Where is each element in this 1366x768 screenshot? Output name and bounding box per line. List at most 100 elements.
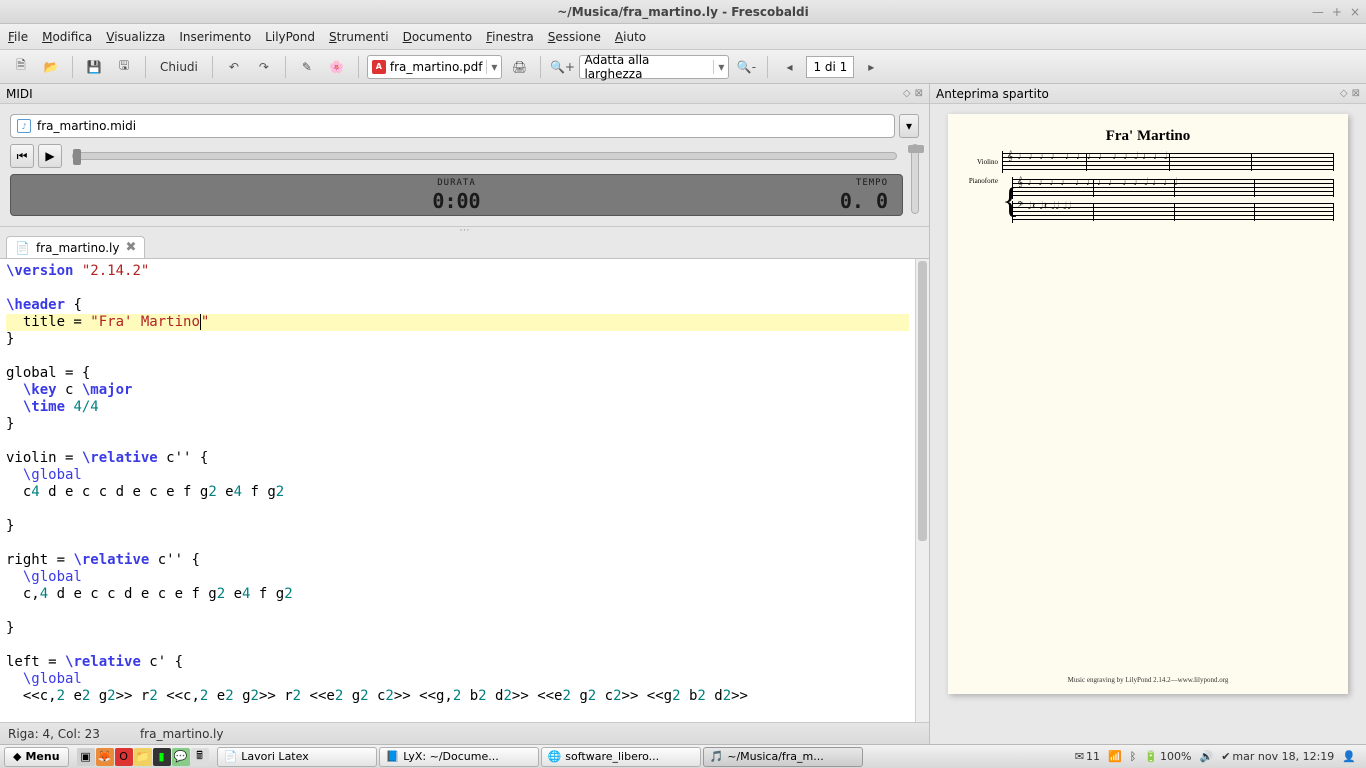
quicklaunch-browser-icon[interactable]: 🦊 xyxy=(96,748,114,766)
score-title: Fra' Martino xyxy=(962,128,1334,145)
new-file-button[interactable]: 🗎 xyxy=(8,54,34,80)
preview-panel-header: Anteprima spartito ◇ ⊠ xyxy=(930,84,1366,104)
open-file-button[interactable]: 📂 xyxy=(38,54,64,80)
start-menu-button[interactable]: ◆ Menu xyxy=(4,747,69,767)
midi-panel-title: MIDI xyxy=(6,87,33,101)
preview-area[interactable]: Fra' Martino Violino 𝄞 ♩♩♩♩ ♩♩♩♩ ♩♩𝅗𝅥 ♩♩… xyxy=(930,104,1366,744)
window-title: ~/Musica/fra_martino.ly - Frescobaldi xyxy=(557,5,808,19)
preview-panel-close-button[interactable]: ⊠ xyxy=(1352,88,1360,99)
midi-panel-header: MIDI ◇ ⊠ xyxy=(0,84,929,104)
page-prev-button[interactable]: ◂ xyxy=(776,54,802,80)
instrument-label-violin: Violino xyxy=(962,158,998,166)
tray-network-icon[interactable]: 📶 xyxy=(1108,750,1122,763)
task-browser[interactable]: 🌐software_libero... xyxy=(541,747,701,767)
midi-panel-undock-button[interactable]: ◇ xyxy=(903,88,911,99)
quicklaunch-files-icon[interactable]: 📁 xyxy=(134,748,152,766)
midi-tempo-value: 0. 0 xyxy=(840,189,888,213)
instrument-label-piano: Pianoforte xyxy=(962,177,998,223)
quicklaunch-opera-icon[interactable]: O xyxy=(115,748,133,766)
start-menu-icon: ◆ xyxy=(13,750,21,763)
zoom-dropdown-icon[interactable]: ▾ xyxy=(713,60,724,74)
quicklaunch-terminal-icon[interactable]: ▮ xyxy=(153,748,171,766)
menu-inserimento[interactable]: Inserimento xyxy=(179,30,251,44)
quicklaunch-calc-icon[interactable]: 🖩 xyxy=(191,748,209,766)
task-frescobaldi[interactable]: 🎵~/Musica/fra_m... xyxy=(703,747,863,767)
toolbar: 🗎 📂 💾 🖫 Chiudi ↶ ↷ ✎ 🌸 A fra_martino.pdf… xyxy=(0,50,1366,84)
undo-button[interactable]: ↶ xyxy=(221,54,247,80)
midi-play-button[interactable]: ▶ xyxy=(38,144,62,168)
menu-strumenti[interactable]: Strumenti xyxy=(329,30,389,44)
window-minimize-button[interactable]: — xyxy=(1312,5,1324,19)
midi-player: ♪ fra_martino.midi ▾ ⏮ ▶ DURATA TEMPO 0:… xyxy=(0,104,929,227)
zoom-out-button[interactable]: 🔍- xyxy=(733,54,759,80)
tray-mail-icon[interactable]: ✉11 xyxy=(1075,750,1100,763)
tray-clock[interactable]: ✔ mar nov 18, 12:19 xyxy=(1221,750,1334,763)
zoom-selector[interactable]: Adatta alla larghezza ▾ xyxy=(579,55,729,79)
editor-tab-active[interactable]: 📄 fra_martino.ly ✖ xyxy=(6,236,145,258)
engrave-button[interactable]: ✎ xyxy=(294,54,320,80)
midi-durata-label: DURATA xyxy=(437,178,476,188)
tray-user-icon[interactable]: 👤 xyxy=(1342,750,1356,763)
tray-battery-icon[interactable]: 🔋100% xyxy=(1144,750,1191,763)
score-page: Fra' Martino Violino 𝄞 ♩♩♩♩ ♩♩♩♩ ♩♩𝅗𝅥 ♩♩… xyxy=(948,114,1348,694)
quicklaunch-desktop-icon[interactable]: ▣ xyxy=(77,748,95,766)
taskbar-tasks: 📄Lavori Latex 📘LyX: ~/Docume... 🌐softwar… xyxy=(217,747,1065,767)
menu-file[interactable]: File xyxy=(8,30,28,44)
editor-tab-icon: 📄 xyxy=(15,241,30,255)
menu-sessione[interactable]: Sessione xyxy=(548,30,601,44)
menu-documento[interactable]: Documento xyxy=(403,30,473,44)
taskbar: ◆ Menu ▣ 🦊 O 📁 ▮ 💬 🖩 📄Lavori Latex 📘LyX:… xyxy=(0,744,1366,768)
window-maximize-button[interactable]: + xyxy=(1332,5,1342,19)
tray-bluetooth-icon[interactable]: ᛒ xyxy=(1130,750,1137,763)
print-button[interactable]: 🖨 xyxy=(506,54,532,80)
zoom-in-button[interactable]: 🔍+ xyxy=(549,54,575,80)
page-next-button[interactable]: ▸ xyxy=(858,54,884,80)
midi-file-selector[interactable]: ♪ fra_martino.midi xyxy=(10,114,895,138)
window-titlebar: ~/Musica/fra_martino.ly - Frescobaldi — … xyxy=(0,0,1366,24)
score-engraving-credit: Music engraving by LilyPond 2.14.2—www.l… xyxy=(948,676,1348,684)
pdf-dropdown-icon[interactable]: ▾ xyxy=(486,60,497,74)
menubar: File Modifica Visualizza Inserimento Lil… xyxy=(0,24,1366,50)
pdf-filename: fra_martino.pdf xyxy=(390,60,483,74)
menu-modifica[interactable]: Modifica xyxy=(42,30,92,44)
save-button[interactable]: 💾 xyxy=(81,54,107,80)
editor-scrollbar[interactable] xyxy=(915,259,929,722)
system-tray: ✉11 📶 ᛒ 🔋100% 🔊 ✔ mar nov 18, 12:19 👤 xyxy=(1069,750,1362,763)
midi-volume-slider[interactable] xyxy=(911,144,919,214)
editor-tab-close-button[interactable]: ✖ xyxy=(125,240,136,255)
menu-visualizza[interactable]: Visualizza xyxy=(106,30,165,44)
preview-panel-undock-button[interactable]: ◇ xyxy=(1340,88,1348,99)
staff-violin: 𝄞 ♩♩♩♩ ♩♩♩♩ ♩♩𝅗𝅥 ♩♩𝅗𝅥 xyxy=(1002,151,1334,173)
close-button[interactable]: Chiudi xyxy=(154,60,204,74)
midi-position-slider[interactable] xyxy=(72,152,897,160)
preview-panel-title: Anteprima spartito xyxy=(936,87,1049,101)
menu-lilypond[interactable]: LilyPond xyxy=(265,30,315,44)
task-lyx[interactable]: 📘LyX: ~/Docume... xyxy=(379,747,539,767)
task-lavori-latex[interactable]: 📄Lavori Latex xyxy=(217,747,377,767)
menu-finestra[interactable]: Finestra xyxy=(486,30,534,44)
save-all-button[interactable]: 🖫 xyxy=(111,54,137,80)
lilypond-button[interactable]: 🌸 xyxy=(324,54,350,80)
midi-display: DURATA TEMPO 0:00 0. 0 xyxy=(10,174,903,216)
code-editor[interactable]: \version "2.14.2" \header { title = "Fra… xyxy=(0,259,915,722)
statusbar: Riga: 4, Col: 23 fra_martino.ly xyxy=(0,722,929,744)
status-cursor-position: Riga: 4, Col: 23 xyxy=(8,727,100,741)
menu-aiuto[interactable]: Aiuto xyxy=(615,30,646,44)
midi-file-dropdown-button[interactable]: ▾ xyxy=(899,114,919,138)
midi-panel-close-button[interactable]: ⊠ xyxy=(915,88,923,99)
midi-file-icon: ♪ xyxy=(17,119,31,133)
start-menu-label: Menu xyxy=(25,750,59,763)
editor-tab-label: fra_martino.ly xyxy=(36,241,120,255)
midi-filename: fra_martino.midi xyxy=(37,119,136,133)
quicklaunch-chat-icon[interactable]: 💬 xyxy=(172,748,190,766)
tray-volume-icon[interactable]: 🔊 xyxy=(1200,750,1214,763)
redo-button[interactable]: ↷ xyxy=(251,54,277,80)
pdf-icon: A xyxy=(372,60,386,74)
midi-tempo-label: TEMPO xyxy=(856,178,888,188)
page-indicator[interactable]: 1 di 1 xyxy=(806,56,854,78)
staff-piano-left: 𝄢 𝅗𝅥𝄽 𝅗𝅥𝄽 𝅗𝅥𝅗𝅥 𝅗𝅥𝅗𝅥 xyxy=(1012,201,1334,223)
midi-rewind-button[interactable]: ⏮ xyxy=(10,144,34,168)
window-close-button[interactable]: × xyxy=(1350,5,1360,19)
zoom-label: Adatta alla larghezza xyxy=(584,53,709,81)
pdf-selector[interactable]: A fra_martino.pdf ▾ xyxy=(367,55,503,79)
